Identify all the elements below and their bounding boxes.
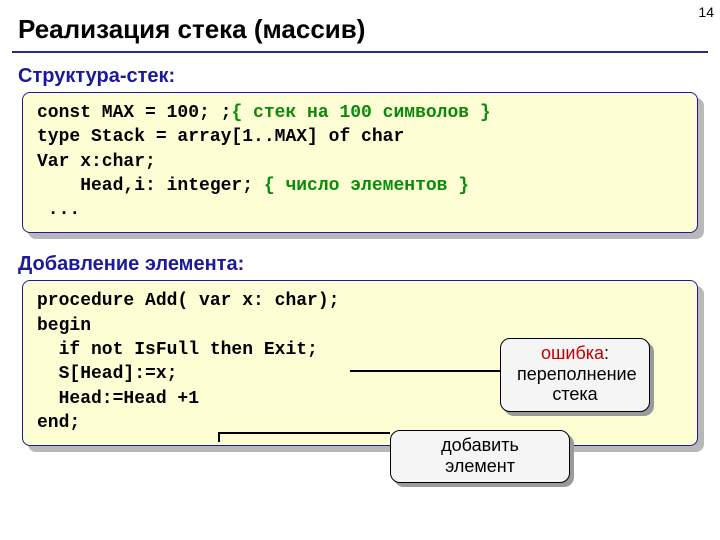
code-line: Head:=Head +1 <box>37 389 199 409</box>
code-line: ... <box>37 200 80 220</box>
connector-line <box>218 432 390 434</box>
code-line: type Stack = array[1..MAX] of char <box>37 127 404 147</box>
code-line: if not IsFull then Exit; <box>37 340 318 360</box>
section-structure: Структура-стек: <box>0 63 720 92</box>
code-line: S[Head]:=x; <box>37 364 177 384</box>
slide-title: Реализация стека (массив) <box>0 0 720 51</box>
section-add: Добавление элемента: <box>0 251 720 280</box>
title-rule <box>12 51 708 53</box>
code-comment: { стек на 100 символов } <box>231 103 490 123</box>
code-block-structure: const MAX = 100; ;{ стек на 100 символов… <box>22 92 698 233</box>
connector-line <box>350 370 500 372</box>
callout-text: добавить элемент <box>441 435 519 476</box>
callout-box: добавить элемент <box>390 430 570 483</box>
code-line: begin <box>37 316 91 336</box>
code-line: Var x:char; <box>37 152 156 172</box>
connector-line <box>218 432 220 442</box>
code-line: Head,i: integer; <box>37 176 264 196</box>
code-line: end; <box>37 413 80 433</box>
callout-error: ошибка: переполнение стека <box>500 338 650 412</box>
callout-text: стека <box>552 384 597 404</box>
code-box: const MAX = 100; ;{ стек на 100 символов… <box>22 92 698 233</box>
colon: : <box>604 343 609 363</box>
callout-text: ошибка <box>541 343 604 363</box>
callout-add: добавить элемент <box>390 430 570 483</box>
code-line: const MAX = 100; ; <box>37 103 231 123</box>
code-comment: { число элементов } <box>264 176 469 196</box>
callout-box: ошибка: переполнение стека <box>500 338 650 412</box>
page-number: 14 <box>698 4 714 20</box>
code-line: procedure Add( var x: char); <box>37 291 339 311</box>
callout-text: переполнение <box>517 364 637 384</box>
